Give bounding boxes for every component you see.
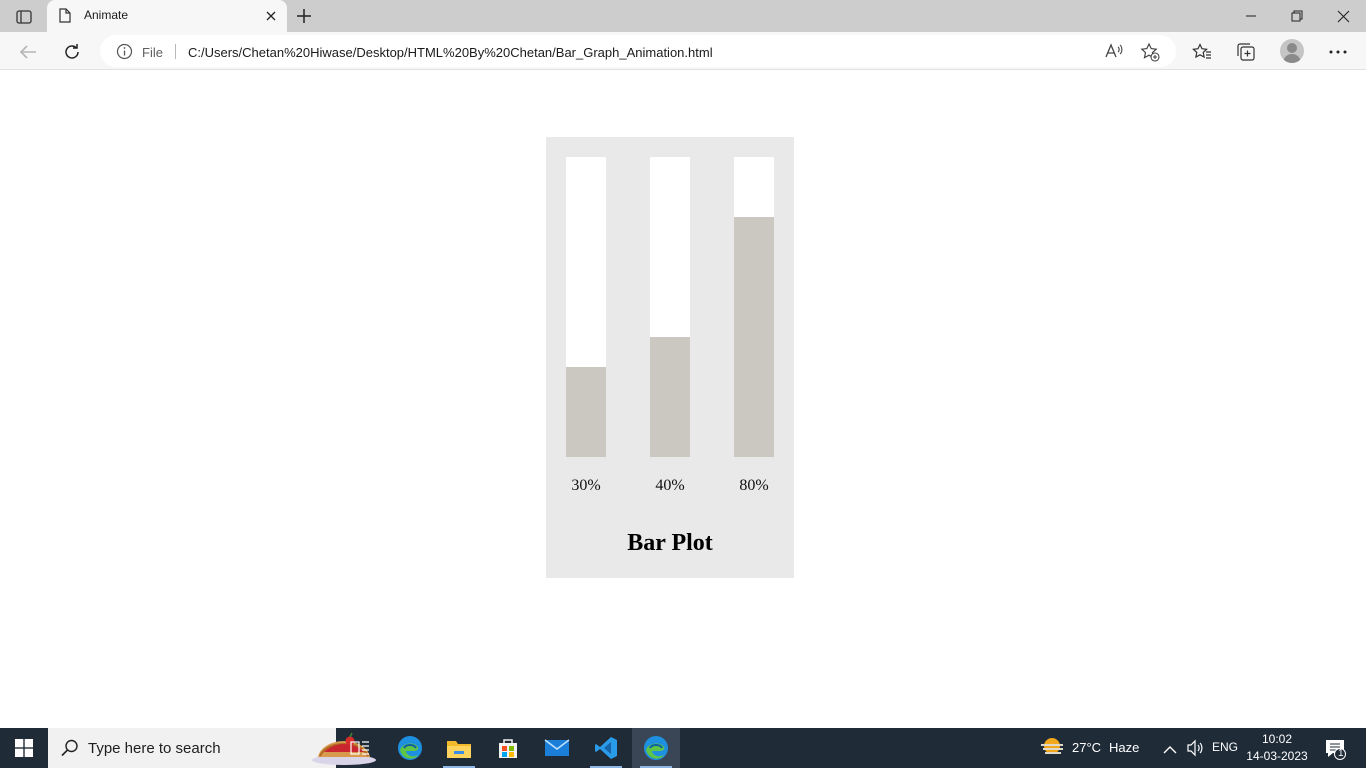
chevron-up-icon[interactable]	[1163, 742, 1177, 760]
clock-time: 10:02	[1261, 732, 1293, 746]
bar-track	[650, 157, 690, 457]
bar-label: 80%	[739, 477, 769, 494]
url-text[interactable]: C:/Users/Chetan%20Hiwase/Desktop/HTML%20…	[188, 45, 713, 60]
address-bar[interactable]: File C:/Users/Chetan%20Hiwase/Desktop/HT…	[100, 35, 1176, 67]
start-button-icon[interactable]	[0, 728, 48, 768]
weather-description[interactable]: Haze	[1109, 740, 1139, 755]
add-favorite-icon[interactable]	[1140, 42, 1160, 67]
address-separator	[175, 44, 176, 59]
favorites-icon[interactable]	[1190, 40, 1214, 64]
new-tab-icon[interactable]	[294, 6, 314, 26]
bar	[734, 217, 774, 457]
bar	[566, 367, 606, 457]
weather-icon[interactable]	[1040, 737, 1064, 764]
bar	[650, 337, 690, 457]
read-aloud-icon[interactable]	[1104, 42, 1124, 65]
edge-browser-active-icon[interactable]	[632, 728, 680, 768]
more-options-icon[interactable]	[1326, 40, 1350, 64]
edge-browser-icon[interactable]	[386, 728, 434, 768]
bar-chart-card: Bar Plot 30% 40% 80%	[546, 137, 794, 578]
back-arrow-icon[interactable]	[16, 40, 40, 64]
restore-icon[interactable]	[1274, 0, 1320, 32]
clock-date: 14-03-2023	[1246, 749, 1308, 763]
notification-count: 1	[1338, 748, 1344, 759]
scheme-label: File	[142, 45, 163, 60]
taskbar-clock[interactable]: 10:02 14-03-2023	[1246, 731, 1308, 765]
microsoft-store-icon[interactable]	[484, 728, 532, 768]
refresh-icon[interactable]	[60, 40, 84, 64]
collections-icon[interactable]	[1234, 40, 1258, 64]
task-view-icon[interactable]	[336, 728, 384, 768]
tab-title: Animate	[84, 8, 129, 22]
profile-avatar-icon[interactable]	[1280, 39, 1304, 63]
page-icon	[59, 8, 71, 28]
minimize-icon[interactable]	[1228, 0, 1274, 32]
bar-track	[734, 157, 774, 457]
mail-icon[interactable]	[533, 728, 581, 768]
search-placeholder: Type here to search	[88, 740, 221, 757]
file-explorer-icon[interactable]	[435, 728, 483, 768]
search-icon	[60, 738, 80, 763]
tab-actions-icon[interactable]	[10, 8, 38, 26]
bar-label: 40%	[655, 477, 685, 494]
windows-taskbar: Type here to search 27°C Haze ENG 10:02	[0, 728, 1366, 768]
language-indicator[interactable]: ENG	[1212, 740, 1238, 754]
chart-title: Bar Plot	[627, 530, 713, 556]
taskbar-search-box[interactable]: Type here to search	[48, 728, 376, 768]
avatar-head	[1287, 43, 1297, 53]
close-window-icon[interactable]	[1320, 0, 1366, 32]
bar-track	[566, 157, 606, 457]
bar-label: 30%	[571, 477, 601, 494]
weather-temperature[interactable]: 27°C	[1072, 740, 1101, 755]
volume-icon[interactable]	[1186, 739, 1204, 762]
vscode-icon[interactable]	[582, 728, 630, 768]
info-icon[interactable]	[116, 43, 133, 65]
browser-tab-bar: Animate	[0, 0, 1366, 32]
avatar-body	[1283, 54, 1301, 63]
close-tab-icon[interactable]	[263, 8, 279, 24]
browser-tab[interactable]: Animate	[47, 0, 287, 32]
browser-toolbar: File C:/Users/Chetan%20Hiwase/Desktop/HT…	[0, 32, 1366, 70]
